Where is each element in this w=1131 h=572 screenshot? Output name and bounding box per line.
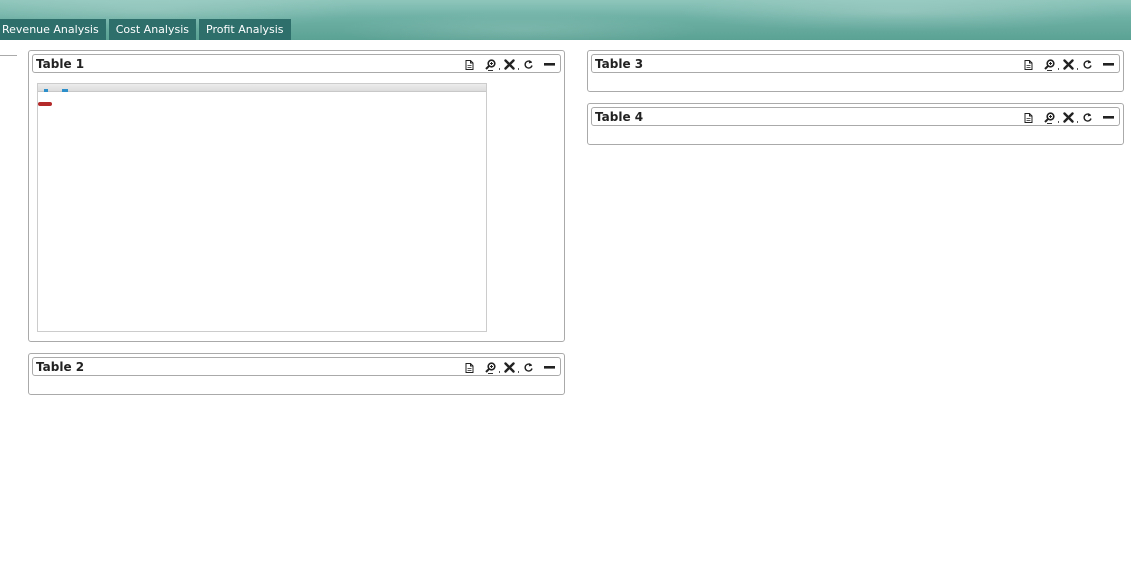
tab-bar: Revenue Analysis Cost Analysis Profit An…: [0, 19, 294, 40]
panel-table-3: Table 3: [587, 50, 1124, 92]
zoom-icon[interactable]: [1043, 111, 1056, 124]
zoom-icon[interactable]: [484, 58, 497, 71]
grid-row-marker: [38, 102, 52, 106]
panel-title: Table 3: [595, 57, 644, 71]
refresh-icon[interactable]: [1081, 111, 1094, 124]
panel-table-1: Table 1: [28, 50, 565, 342]
panel-title: Table 1: [36, 57, 85, 71]
close-icon[interactable]: [503, 361, 516, 374]
tab-cost-analysis[interactable]: Cost Analysis: [108, 19, 197, 40]
close-icon[interactable]: [503, 58, 516, 71]
refresh-icon[interactable]: [522, 58, 535, 71]
panel-title: Table 4: [595, 110, 644, 124]
panel-header: Table 2: [32, 357, 561, 376]
grid-header-bar: [38, 84, 486, 92]
panel-table-2: Table 2: [28, 353, 565, 395]
document-icon[interactable]: [463, 361, 476, 374]
panel-header: Table 1: [32, 54, 561, 73]
panel-toolbar: [1022, 111, 1115, 124]
tab-profit-analysis[interactable]: Profit Analysis: [199, 19, 291, 40]
panel-header: Table 3: [591, 54, 1120, 73]
document-icon[interactable]: [1022, 111, 1035, 124]
app-header: Revenue Analysis Cost Analysis Profit An…: [0, 0, 1131, 40]
data-grid[interactable]: [37, 83, 487, 332]
refresh-icon[interactable]: [1081, 58, 1094, 71]
panel-title: Table 2: [36, 360, 85, 374]
panel-header: Table 4: [591, 107, 1120, 126]
panel-toolbar: [463, 361, 556, 374]
sidebar-divider: [0, 55, 17, 56]
minimize-icon[interactable]: [1102, 111, 1115, 124]
document-icon[interactable]: [463, 58, 476, 71]
refresh-icon[interactable]: [522, 361, 535, 374]
close-icon[interactable]: [1062, 58, 1075, 71]
document-icon[interactable]: [1022, 58, 1035, 71]
panel-table-4: Table 4: [587, 103, 1124, 145]
minimize-icon[interactable]: [1102, 58, 1115, 71]
close-icon[interactable]: [1062, 111, 1075, 124]
panel-toolbar: [1022, 58, 1115, 71]
zoom-icon[interactable]: [484, 361, 497, 374]
tab-revenue-analysis[interactable]: Revenue Analysis: [0, 19, 106, 40]
zoom-icon[interactable]: [1043, 58, 1056, 71]
minimize-icon[interactable]: [543, 58, 556, 71]
minimize-icon[interactable]: [543, 361, 556, 374]
panel-toolbar: [463, 58, 556, 71]
grid-link[interactable]: [44, 88, 72, 92]
